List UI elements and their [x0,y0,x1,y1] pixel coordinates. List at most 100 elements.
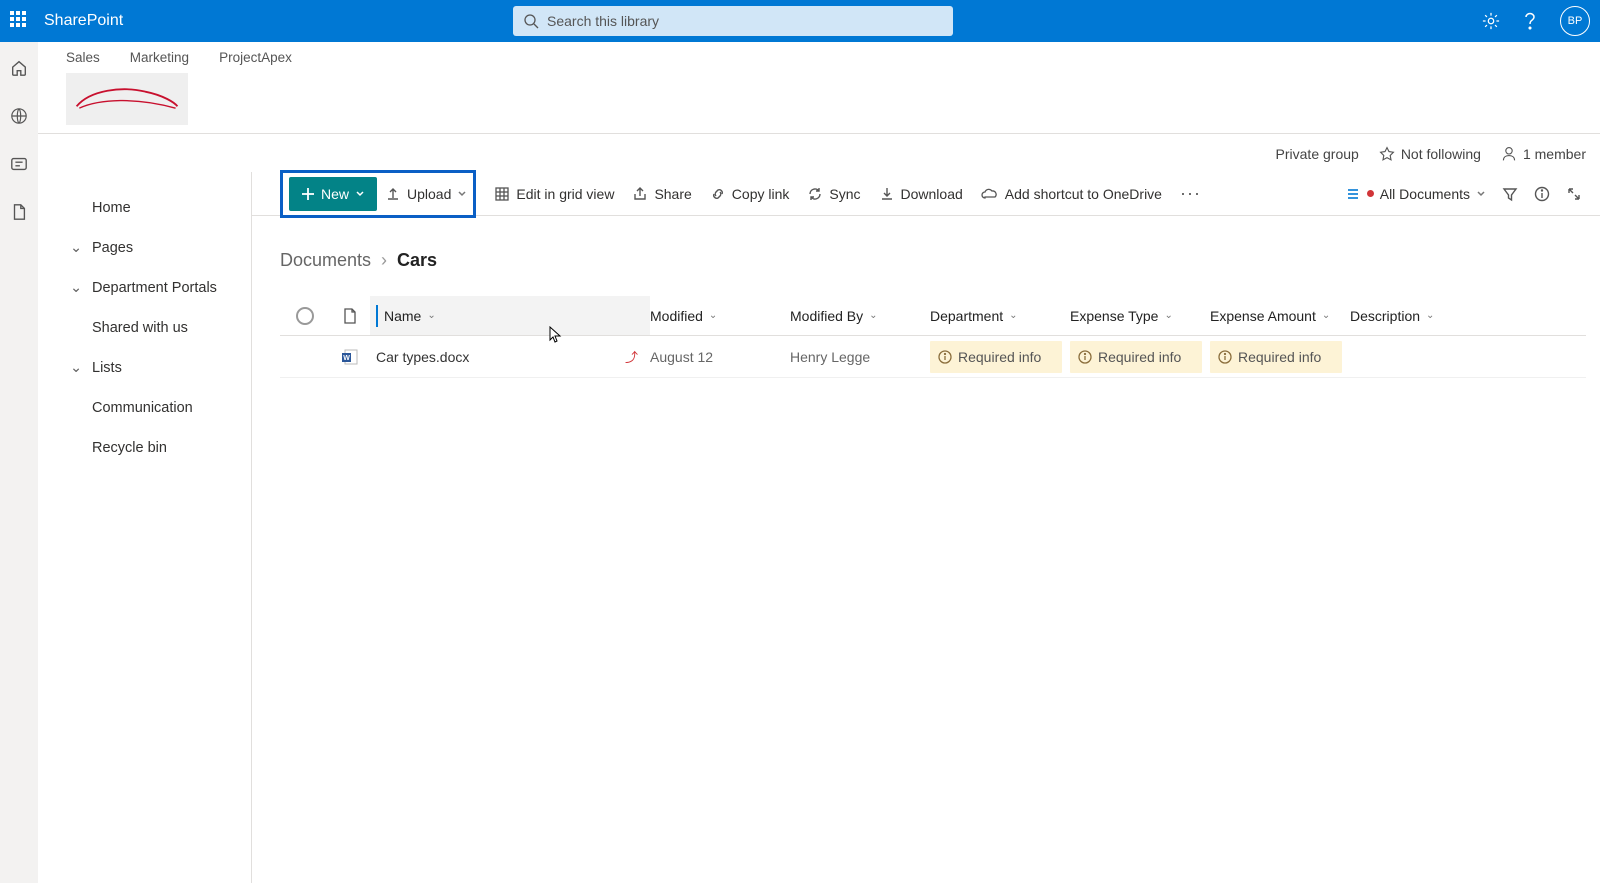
globe-icon[interactable] [9,106,29,126]
col-header-name[interactable]: Name⌄ [370,296,650,335]
modified-by-name[interactable]: Henry Legge [790,349,870,365]
col-header-expense-type[interactable]: Expense Type⌄ [1070,308,1210,324]
required-info-pill[interactable]: Required info [930,341,1062,373]
search-box[interactable] [513,6,953,36]
breadcrumb-root[interactable]: Documents [280,250,371,271]
table-row[interactable]: W Car types.docx⤴ August 12 Henry Legge … [280,336,1586,378]
hub-tab-sales[interactable]: Sales [66,50,100,65]
chevron-down-icon [355,189,365,199]
news-icon[interactable] [9,154,29,174]
chevron-down-icon: ⌄ [70,240,84,256]
chevron-down-icon: ⌄ [869,310,877,321]
nav-communication[interactable]: Communication [38,388,251,428]
share-button[interactable]: Share [632,186,691,202]
star-icon [1379,146,1395,162]
chevron-down-icon [1476,189,1486,199]
files-icon[interactable] [9,202,29,222]
command-bar: New Upload Edit in grid view Share Copy … [252,172,1600,216]
more-commands-button[interactable]: ··· [1180,183,1201,204]
required-info-pill[interactable]: Required info [1070,341,1202,373]
file-name[interactable]: Car types.docx [376,349,469,365]
search-input[interactable] [547,13,943,29]
nav-home[interactable]: Home [38,188,251,228]
settings-icon[interactable] [1482,12,1500,30]
filter-icon [1502,186,1518,202]
col-header-modified[interactable]: Modified⌄ [650,308,790,324]
nav-lists[interactable]: ⌄Lists [38,348,251,388]
chevron-down-icon: ⌄ [1322,310,1330,321]
chevron-down-icon: ⌄ [1009,310,1017,321]
download-button[interactable]: Download [879,186,963,202]
chevron-right-icon: › [381,250,387,271]
table-header-row: Name⌄ Modified⌄ Modified By⌄ Department⌄… [280,296,1586,336]
hub-header: Sales Marketing ProjectApex [38,42,1600,134]
word-doc-icon: W [341,348,359,366]
search-icon [523,13,539,29]
nav-department-portals[interactable]: ⌄Department Portals [38,268,251,308]
person-icon [1501,146,1517,162]
hub-tab-projectapex[interactable]: ProjectApex [219,50,292,65]
col-header-department[interactable]: Department⌄ [930,308,1070,324]
chevron-down-icon: ⌄ [1164,310,1172,321]
info-icon [938,350,952,364]
group-info-bar: Private group Not following 1 member [1276,146,1586,162]
site-nav: Home ⌄Pages ⌄Department Portals Shared w… [38,172,252,883]
breadcrumb: Documents › Cars [280,250,437,271]
chevron-down-icon: ⌄ [70,280,84,296]
edit-grid-button[interactable]: Edit in grid view [494,186,614,202]
download-icon [879,186,895,202]
app-launcher-icon[interactable] [10,11,30,31]
required-info-pill[interactable]: Required info [1210,341,1342,373]
upload-icon [385,186,401,202]
members-button[interactable]: 1 member [1501,146,1586,162]
attention-dot-icon [1367,190,1374,197]
new-button[interactable]: New [289,177,377,211]
hub-tab-marketing[interactable]: Marketing [130,50,189,65]
info-button[interactable] [1534,186,1550,202]
members-label: 1 member [1523,146,1586,162]
breadcrumb-current: Cars [397,250,437,271]
sync-icon [807,186,823,202]
onedrive-icon [981,187,999,201]
site-logo[interactable] [66,73,188,125]
nav-recycle-bin[interactable]: Recycle bin [38,428,251,468]
filter-button[interactable] [1502,186,1518,202]
list-icon [1345,186,1361,202]
chevron-down-icon: ⌄ [709,310,717,321]
expand-icon [1566,186,1582,202]
follow-toggle[interactable]: Not following [1379,146,1481,162]
svg-text:W: W [343,355,350,362]
home-icon[interactable] [9,58,29,78]
chevron-down-icon: ⌄ [1426,310,1434,321]
left-rail [0,42,38,883]
suite-bar: SharePoint BP [0,0,1600,42]
shared-indicator-icon: ⤴ [625,347,638,366]
help-icon[interactable] [1522,12,1538,30]
chevron-down-icon: ⌄ [427,310,435,321]
privacy-label: Private group [1276,146,1359,162]
info-icon [1078,350,1092,364]
view-switcher[interactable]: All Documents [1345,186,1486,202]
chevron-down-icon: ⌄ [70,360,84,376]
upload-button[interactable]: Upload [385,186,467,202]
file-table: Name⌄ Modified⌄ Modified By⌄ Department⌄… [280,296,1586,378]
user-avatar[interactable]: BP [1560,6,1590,36]
file-type-icon [343,308,357,324]
nav-shared-with-us[interactable]: Shared with us [38,308,251,348]
tutorial-highlight: New Upload [280,170,476,218]
nav-pages[interactable]: ⌄Pages [38,228,251,268]
select-all-checkbox[interactable] [296,307,314,325]
chevron-down-icon [457,189,467,199]
col-header-description[interactable]: Description⌄ [1350,308,1470,324]
follow-label: Not following [1401,146,1481,162]
col-header-expense-amount[interactable]: Expense Amount⌄ [1210,308,1350,324]
brand-label[interactable]: SharePoint [44,12,123,30]
copy-link-button[interactable]: Copy link [710,186,790,202]
col-header-modified-by[interactable]: Modified By⌄ [790,308,930,324]
plus-icon [301,187,315,201]
hub-tabs: Sales Marketing ProjectApex [66,42,1600,65]
sync-button[interactable]: Sync [807,186,860,202]
expand-button[interactable] [1566,186,1582,202]
share-icon [632,186,648,202]
add-shortcut-button[interactable]: Add shortcut to OneDrive [981,186,1162,202]
